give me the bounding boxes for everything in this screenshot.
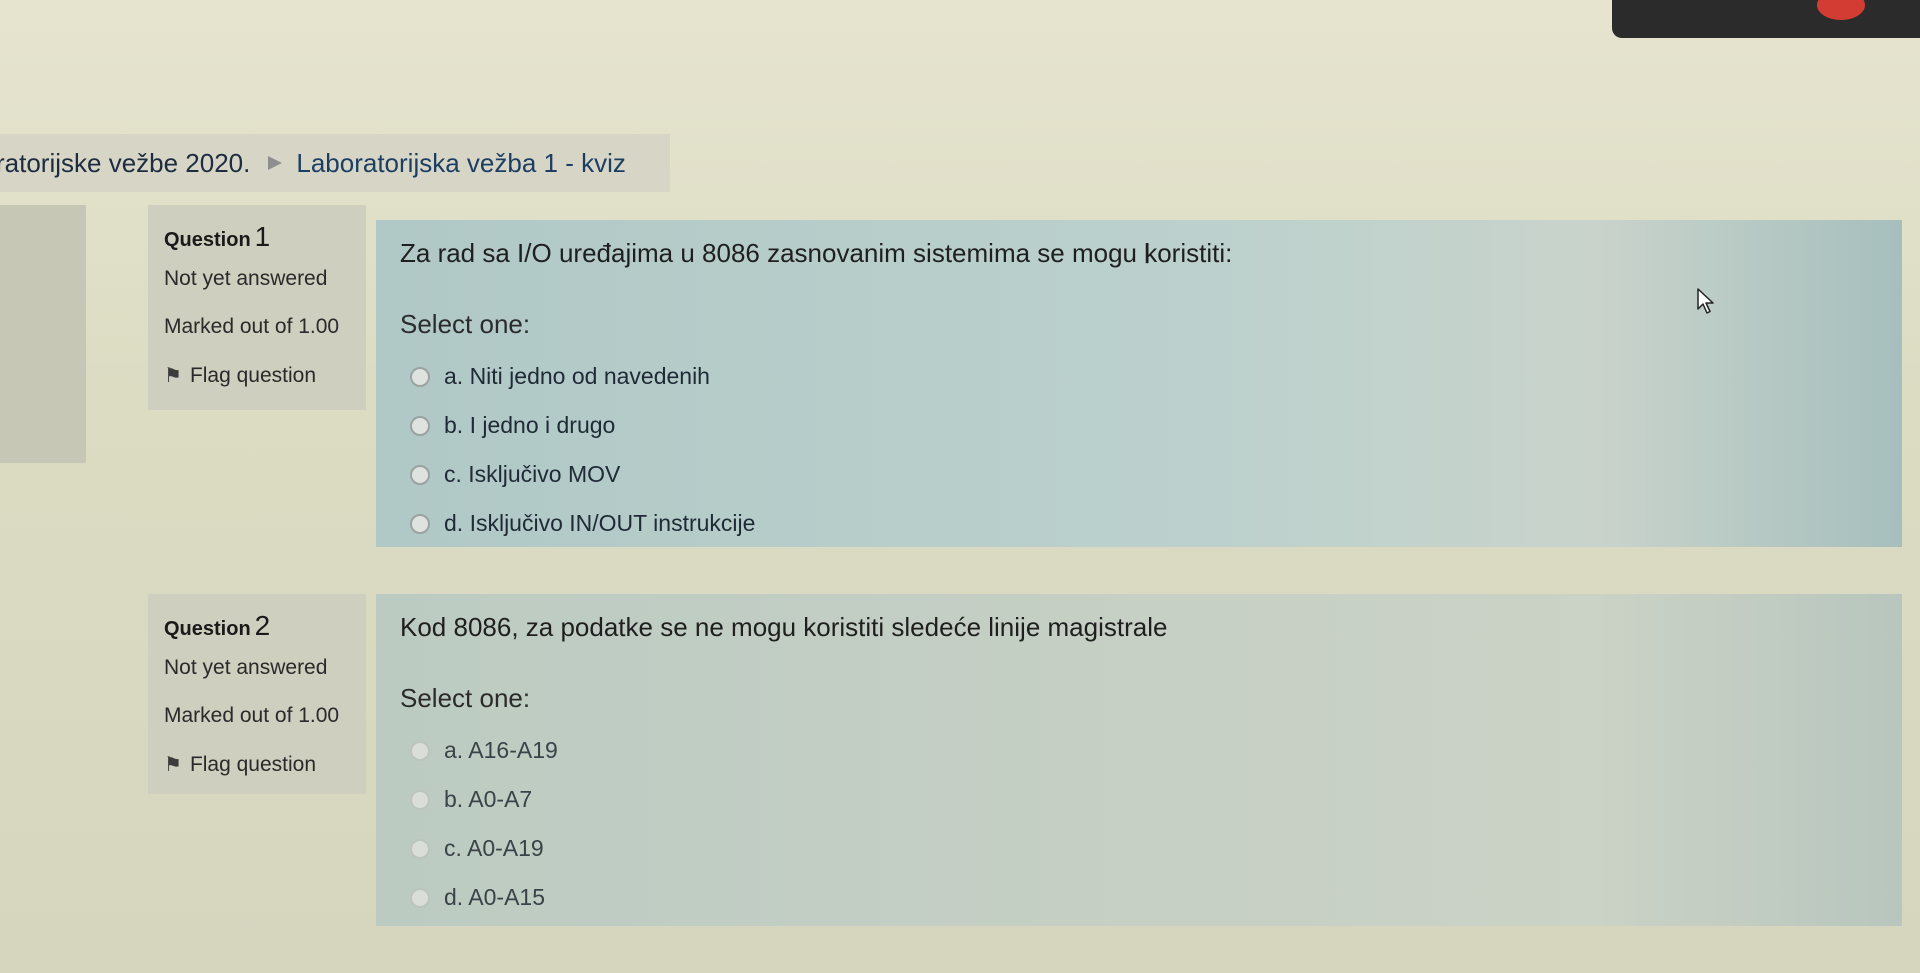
left-side-panel: [0, 205, 86, 463]
answer-option-b[interactable]: b. A0-A7: [400, 775, 1902, 824]
question-1: Question 1 Not yet answered Marked out of…: [148, 205, 1902, 547]
answer-option-a[interactable]: a. A16-A19: [400, 726, 1902, 775]
window-top-bar: [1612, 0, 1920, 38]
close-dot-icon[interactable]: [1817, 0, 1865, 20]
select-one-prompt: Select one:: [400, 683, 531, 713]
question-status: Not yet answered: [164, 656, 328, 679]
question-label: Question 2: [164, 610, 366, 642]
radio-button[interactable]: [410, 513, 430, 534]
flag-question-link[interactable]: ⚑ Flag question: [164, 363, 366, 388]
flag-icon: ⚑: [164, 365, 182, 387]
question-marks: Marked out of 1.00: [164, 704, 340, 727]
question-label-text: Question: [164, 229, 251, 251]
answer-option-a[interactable]: a. Niti jedno od navedenih: [400, 352, 1902, 401]
radio-button[interactable]: [410, 740, 430, 761]
answer-option-d[interactable]: d. Isključivo IN/OUT instrukcije: [400, 499, 1902, 548]
breadcrumb: ratorijske vežbe 2020. Laboratorijska ve…: [0, 134, 670, 192]
radio-button[interactable]: [410, 789, 430, 810]
breadcrumb-item-quiz[interactable]: Laboratorijska vežba 1 - kviz: [296, 148, 625, 179]
answer-option-b[interactable]: b. I jedno i drugo: [400, 401, 1902, 450]
flag-icon: ⚑: [164, 754, 182, 776]
select-one-prompt: Select one:: [400, 309, 531, 339]
question-number: 2: [254, 610, 271, 641]
answer-label: b. A0-A7: [444, 786, 533, 812]
radio-button[interactable]: [410, 887, 430, 908]
question-info: Question 2 Not yet answered Marked out of…: [148, 594, 366, 794]
question-label-text: Question: [164, 618, 251, 640]
radio-button[interactable]: [410, 366, 430, 387]
breadcrumb-item-course[interactable]: ratorijske vežbe 2020.: [0, 148, 250, 179]
question-info: Question 1 Not yet answered Marked out of…: [148, 205, 366, 410]
answer-option-c[interactable]: c. Isključivo MOV: [400, 450, 1902, 499]
answer-label: a. A16-A19: [444, 737, 558, 763]
breadcrumb-separator-icon: [268, 156, 283, 170]
mouse-pointer-icon: [1697, 288, 1714, 314]
question-marks: Marked out of 1.00: [164, 315, 340, 338]
question-text: Kod 8086, za podatke se ne mogu koristit…: [400, 612, 1168, 642]
question-content: Za rad sa I/O uređajima u 8086 zasnovani…: [376, 220, 1902, 547]
flag-question-label: Flag question: [189, 752, 317, 776]
answer-option-d[interactable]: d. A0-A15: [400, 873, 1902, 922]
radio-button[interactable]: [410, 464, 430, 485]
answer-label: c. Isključivo MOV: [444, 461, 621, 487]
radio-button[interactable]: [410, 838, 430, 859]
radio-button[interactable]: [410, 415, 430, 436]
answer-label: d. A0-A15: [444, 884, 546, 910]
answer-label: a. Niti jedno od navedenih: [444, 363, 710, 389]
answer-option-c[interactable]: c. A0-A19: [400, 824, 1902, 873]
answer-label: d. Isključivo IN/OUT instrukcije: [444, 510, 756, 536]
question-label: Question 1: [164, 221, 366, 253]
answer-label: c. A0-A19: [444, 835, 544, 861]
flag-question-label: Flag question: [189, 363, 317, 387]
question-content: Kod 8086, za podatke se ne mogu koristit…: [376, 594, 1902, 926]
flag-question-link[interactable]: ⚑ Flag question: [164, 752, 366, 777]
question-status: Not yet answered: [164, 267, 328, 290]
question-number: 1: [254, 221, 271, 252]
answer-label: b. I jedno i drugo: [444, 412, 616, 438]
text-cursor-icon: I: [1143, 237, 1152, 270]
question-2: Question 2 Not yet answered Marked out of…: [148, 594, 1902, 926]
